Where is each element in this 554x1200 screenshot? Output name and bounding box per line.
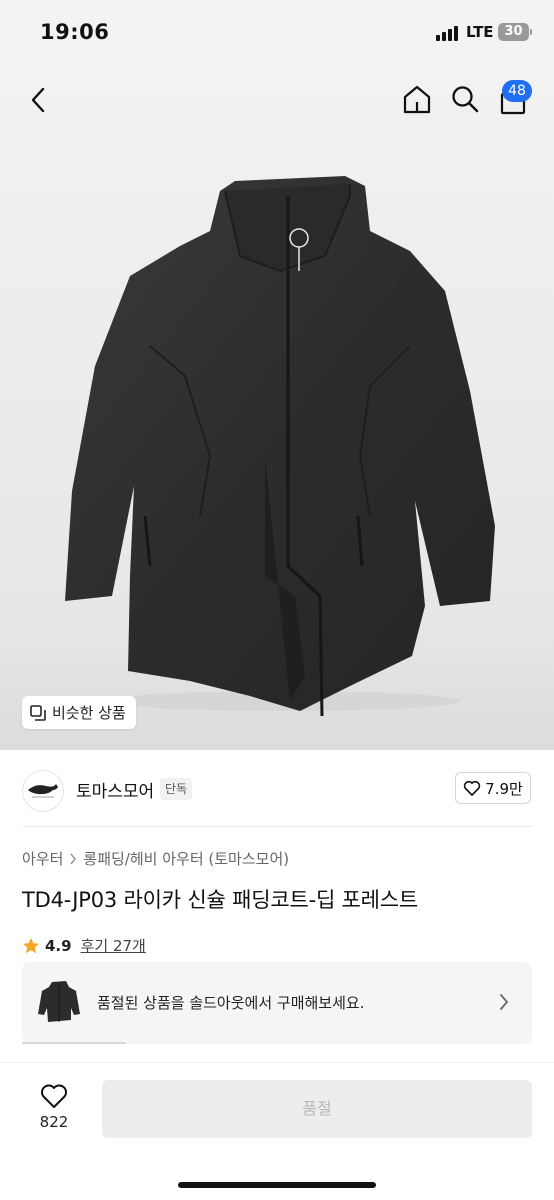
status-time: 19:06: [40, 20, 110, 44]
home-indicator: [178, 1182, 376, 1188]
rating-row[interactable]: 4.9 후기 27개: [22, 935, 146, 956]
soldout-banner[interactable]: 품절된 상품을 솔드아웃에서 구매해보세요.: [22, 962, 532, 1044]
back-button[interactable]: [22, 84, 54, 116]
soldout-banner-text: 품절된 상품을 솔드아웃에서 구매해보세요.: [97, 994, 365, 1012]
soldout-purchase-button[interactable]: 품절: [102, 1080, 532, 1138]
similar-products-button[interactable]: 비슷한 상품: [22, 696, 136, 729]
brand-row[interactable]: 토마스모어 단독 7.9만: [0, 762, 554, 818]
wishlist-button[interactable]: 822: [28, 1083, 80, 1143]
chevron-left-icon: [31, 87, 45, 113]
exclusive-tag: 단독: [160, 778, 193, 800]
divider: [22, 826, 532, 827]
search-icon: [452, 86, 479, 113]
chevron-right-icon: [500, 994, 509, 1010]
brand-logo[interactable]: [22, 770, 64, 812]
whale-logo-icon: [28, 784, 58, 798]
network-label: LTE: [466, 23, 494, 41]
breadcrumb-subcategory[interactable]: 롱패딩/헤비 아우터 (토마스모어): [83, 848, 289, 869]
signal-icon: [436, 25, 462, 41]
review-link[interactable]: 후기 27개: [81, 935, 146, 956]
heart-icon: [41, 1084, 67, 1108]
rating-value: 4.9: [45, 936, 72, 955]
chevron-right-icon: [70, 853, 77, 864]
battery-cap: [530, 29, 532, 35]
wishlist-count: 822: [39, 1113, 69, 1131]
product-image[interactable]: 비슷한 상품: [0, 66, 554, 750]
copy-icon: [30, 704, 46, 721]
product-title: TD4-JP03 라이카 신슐 패딩코트-딥 포레스트: [22, 888, 419, 912]
star-icon: [22, 937, 40, 953]
status-bar: 19:06 LTE 30: [0, 0, 554, 66]
heart-icon: [463, 780, 481, 796]
battery-icon: 30: [498, 23, 529, 41]
home-button[interactable]: [400, 82, 434, 116]
home-icon: [403, 85, 431, 114]
breadcrumb: 아우터 롱패딩/헤비 아우터 (토마스모어): [22, 848, 289, 869]
breadcrumb-category[interactable]: 아우터: [22, 848, 63, 869]
similar-products-label: 비슷한 상품: [52, 704, 126, 722]
brand-like-button[interactable]: 7.9만: [455, 772, 531, 804]
product-thumbnail: [38, 981, 80, 1022]
brand-like-count: 7.9만: [485, 779, 523, 798]
scroll-indicator: [22, 1042, 126, 1044]
jacket-image: [65, 176, 495, 716]
search-button[interactable]: [448, 82, 482, 116]
brand-name[interactable]: 토마스모어: [76, 777, 154, 802]
bottom-action-bar: 822 품절: [0, 1062, 554, 1200]
cart-count-badge: 48: [502, 80, 532, 102]
